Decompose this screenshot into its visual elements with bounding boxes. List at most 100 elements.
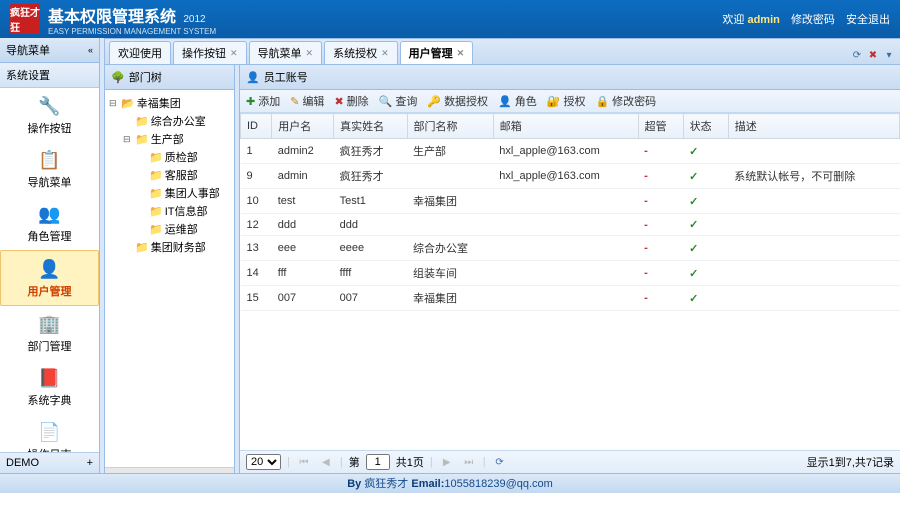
toolbar-授权[interactable]: 🔐授权 [547, 93, 586, 109]
tree-scrollbar[interactable] [105, 467, 234, 473]
cell: ddd [334, 214, 407, 236]
table-row[interactable]: 9admin疯狂秀才hxl_apple@163.com-✓系统默认帐号，不可删除 [241, 164, 900, 189]
accordion-demo-label: DEMO [6, 457, 39, 469]
close-tab-icon[interactable]: ✖ [866, 48, 880, 62]
tree-title: 部门树 [129, 69, 162, 85]
table-row[interactable]: 15007007幸福集团-✓ [241, 286, 900, 311]
cell: 幸福集团 [407, 286, 493, 311]
tree-node[interactable]: ⊟📁生产部 [123, 130, 230, 148]
tree-toggle-icon[interactable]: ⊟ [109, 98, 119, 109]
tab-导航菜单[interactable]: 导航菜单✕ [249, 41, 323, 64]
cell: 综合办公室 [407, 236, 493, 261]
accordion-label: 系统设置 [6, 70, 50, 82]
tree-node[interactable]: 📁客服部 [137, 166, 230, 184]
nav-item-角色管理[interactable]: 👥角色管理 [0, 196, 99, 250]
cell: test [272, 189, 334, 214]
toolbar-删除[interactable]: ✖删除 [334, 93, 368, 109]
close-icon[interactable]: ✕ [306, 48, 314, 59]
table-row[interactable]: 13eeeeeee综合办公室-✓ [241, 236, 900, 261]
nav-item-操作日志[interactable]: 📄操作日志 [0, 414, 99, 452]
table-row[interactable]: 1admin2疯狂秀才生产部hxl_apple@163.com-✓ [241, 139, 900, 164]
cell: ✓ [683, 214, 728, 236]
toolbar-查询[interactable]: 🔍查询 [379, 93, 418, 109]
cell: 12 [241, 214, 272, 236]
table-row[interactable]: 10testTest1幸福集团-✓ [241, 189, 900, 214]
cell: ✓ [683, 189, 728, 214]
col-描述[interactable]: 描述 [728, 114, 899, 139]
tree-node[interactable]: 📁运维部 [137, 220, 230, 238]
logo: 疯狂才狂 [10, 4, 40, 34]
page-size-select[interactable]: 20 [246, 454, 281, 470]
toolbar-添加[interactable]: ✚添加 [246, 93, 280, 109]
logout-link[interactable]: 安全退出 [846, 14, 890, 26]
nav-item-操作按钮[interactable]: 🔧操作按钮 [0, 88, 99, 142]
nav-icon: 📕 [38, 366, 62, 390]
tab-用户管理[interactable]: 用户管理✕ [400, 41, 474, 64]
toolbar-icon: 🔑 [427, 95, 441, 108]
tab-menu-icon[interactable]: ▾ [882, 48, 896, 62]
cell: hxl_apple@163.com [493, 164, 638, 189]
nav-icon: 👤 [38, 257, 62, 281]
tree-node[interactable]: 📁集团财务部 [123, 238, 230, 256]
nav-item-系统字典[interactable]: 📕 系统字典 [0, 360, 99, 414]
tab-tools: ⟳ ✖ ▾ [850, 48, 896, 64]
tree-root[interactable]: ⊟📂幸福集团 [109, 94, 230, 112]
folder-icon: 📁 [135, 115, 149, 128]
page-input[interactable] [366, 454, 390, 470]
nav-item-部门管理[interactable]: 🏢 部门管理 [0, 306, 99, 360]
table-row[interactable]: 12dddddd-✓ [241, 214, 900, 236]
tree-node[interactable]: 📁质检部 [137, 148, 230, 166]
cell: - [638, 139, 683, 164]
col-ID[interactable]: ID [241, 114, 272, 139]
toolbar-角色[interactable]: 👤角色 [498, 93, 537, 109]
prev-page-button[interactable]: ◀ [318, 454, 334, 470]
nav-label: 导航菜单 [4, 174, 95, 190]
collapse-icon[interactable]: « [88, 45, 93, 55]
col-状态[interactable]: 状态 [683, 114, 728, 139]
user-grid: ID用户名真实姓名部门名称邮箱超管状态描述 1admin2疯狂秀才生产部hxl_… [240, 113, 900, 450]
tree-node[interactable]: 📁IT信息部 [137, 202, 230, 220]
nav-label: 系统字典 [4, 392, 95, 408]
sidebar-title: 导航菜单 « [0, 38, 99, 63]
toolbar-编辑[interactable]: ✎编辑 [290, 93, 324, 109]
tree-label: 运维部 [165, 221, 198, 237]
cell: 15 [241, 286, 272, 311]
cell: ✓ [683, 261, 728, 286]
nav-icon: 🏢 [38, 312, 62, 336]
toolbar-label: 数据授权 [444, 93, 488, 109]
folder-icon: 📂 [121, 97, 135, 110]
cell: 生产部 [407, 139, 493, 164]
toolbar-修改密码[interactable]: 🔒修改密码 [595, 93, 656, 109]
footer-author: 疯狂秀才 [364, 478, 408, 490]
tree-toggle-icon[interactable]: ⊟ [123, 134, 133, 145]
tree-node[interactable]: 📁集团人事部 [137, 184, 230, 202]
refresh-icon[interactable]: ⟳ [850, 48, 864, 62]
tab-操作按钮[interactable]: 操作按钮✕ [173, 41, 247, 64]
nav-label: 部门管理 [4, 338, 95, 354]
next-page-button[interactable]: ▶ [439, 454, 455, 470]
accordion-system-settings[interactable]: 系统设置 [0, 63, 99, 88]
nav-item-用户管理[interactable]: 👤用户管理 [0, 250, 99, 306]
col-邮箱[interactable]: 邮箱 [493, 114, 638, 139]
tab-欢迎使用[interactable]: 欢迎使用 [109, 41, 171, 64]
table-row[interactable]: 14fffffff组装车间-✓ [241, 261, 900, 286]
close-icon[interactable]: ✕ [230, 48, 238, 59]
cell: 14 [241, 261, 272, 286]
col-超管[interactable]: 超管 [638, 114, 683, 139]
col-用户名[interactable]: 用户名 [272, 114, 334, 139]
close-icon[interactable]: ✕ [381, 48, 389, 59]
change-password-link[interactable]: 修改密码 [791, 14, 835, 26]
refresh-button[interactable]: ⟳ [492, 454, 508, 470]
sidebar: 导航菜单 « 系统设置 🔧操作按钮📋导航菜单👥角色管理👤用户管理 🏢 部门管理 📕 系统… [0, 38, 100, 473]
first-page-button[interactable]: ⏮ [296, 454, 312, 470]
toolbar-数据授权[interactable]: 🔑数据授权 [427, 93, 488, 109]
last-page-button[interactable]: ⏭ [461, 454, 477, 470]
nav-item-导航菜单[interactable]: 📋导航菜单 [0, 142, 99, 196]
col-真实姓名[interactable]: 真实姓名 [334, 114, 407, 139]
toolbar-label: 查询 [395, 93, 417, 109]
accordion-demo[interactable]: DEMO + [0, 452, 99, 473]
tab-系统授权[interactable]: 系统授权✕ [324, 41, 398, 64]
col-部门名称[interactable]: 部门名称 [407, 114, 493, 139]
close-icon[interactable]: ✕ [457, 48, 465, 59]
tree-node[interactable]: 📁综合办公室 [123, 112, 230, 130]
